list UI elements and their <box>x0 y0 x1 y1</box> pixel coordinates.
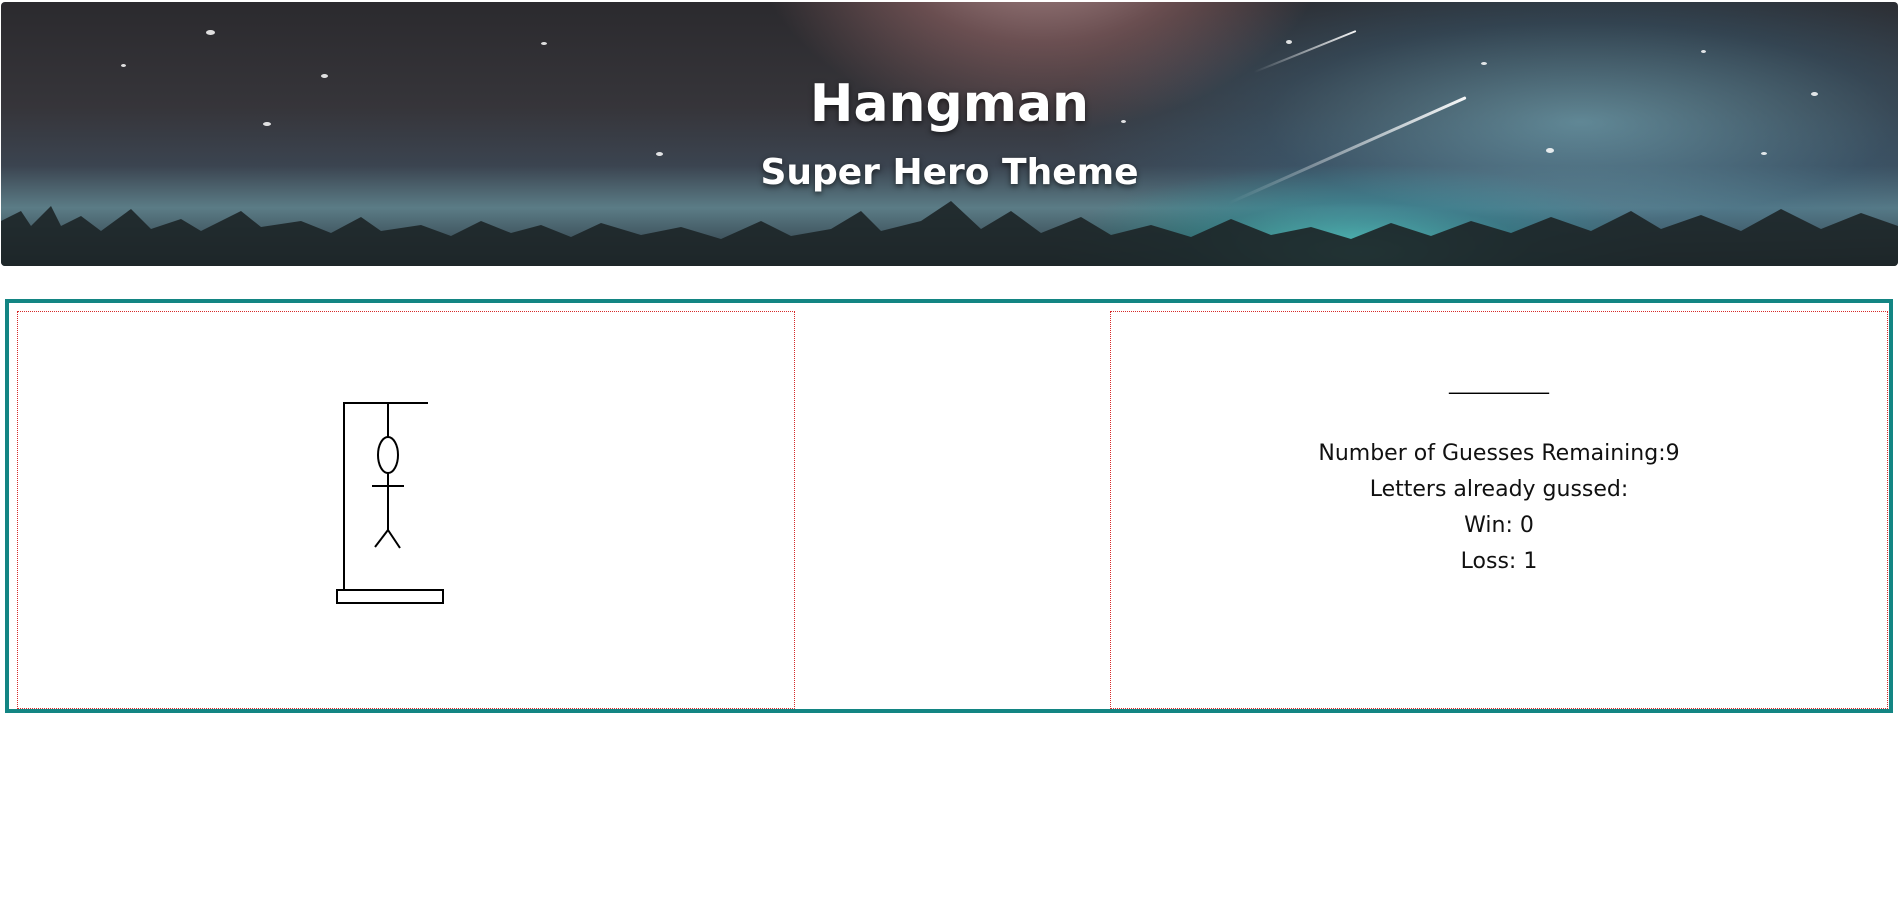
losses-label: Loss: <box>1460 549 1524 574</box>
star-decoration <box>1286 40 1292 44</box>
word-blanks: __________ <box>1449 370 1549 394</box>
page-title: Hangman <box>809 74 1090 134</box>
hangman-figure-icon <box>336 402 444 604</box>
treeline-decoration <box>1 201 1898 266</box>
header-banner: Hangman Super Hero Theme <box>1 2 1898 266</box>
guesses-remaining: Number of Guesses Remaining:9 <box>1111 436 1887 472</box>
wins: Win: 0 <box>1111 508 1887 544</box>
game-container: __________ Number of Guesses Remaining:9… <box>5 299 1893 713</box>
wins-value: 0 <box>1519 513 1534 538</box>
losses-value: 1 <box>1523 549 1538 574</box>
page-subtitle: Super Hero Theme <box>760 152 1139 193</box>
star-decoration <box>1481 62 1487 65</box>
star-decoration <box>206 30 215 35</box>
star-decoration <box>541 42 547 45</box>
star-decoration <box>121 64 126 67</box>
letters-guessed: Letters already gussed: <box>1111 472 1887 508</box>
meteor-decoration <box>1253 30 1357 74</box>
star-decoration <box>1701 50 1706 53</box>
game-status-panel: __________ Number of Guesses Remaining:9… <box>1110 311 1888 709</box>
letters-guessed-label: Letters already gussed: <box>1369 477 1629 502</box>
hangman-panel <box>17 311 795 709</box>
wins-label: Win: <box>1464 513 1520 538</box>
losses: Loss: 1 <box>1111 544 1887 580</box>
guesses-remaining-value: 9 <box>1665 441 1680 466</box>
stats-block: Number of Guesses Remaining:9 Letters al… <box>1111 436 1887 580</box>
guesses-remaining-label: Number of Guesses Remaining: <box>1318 441 1666 466</box>
